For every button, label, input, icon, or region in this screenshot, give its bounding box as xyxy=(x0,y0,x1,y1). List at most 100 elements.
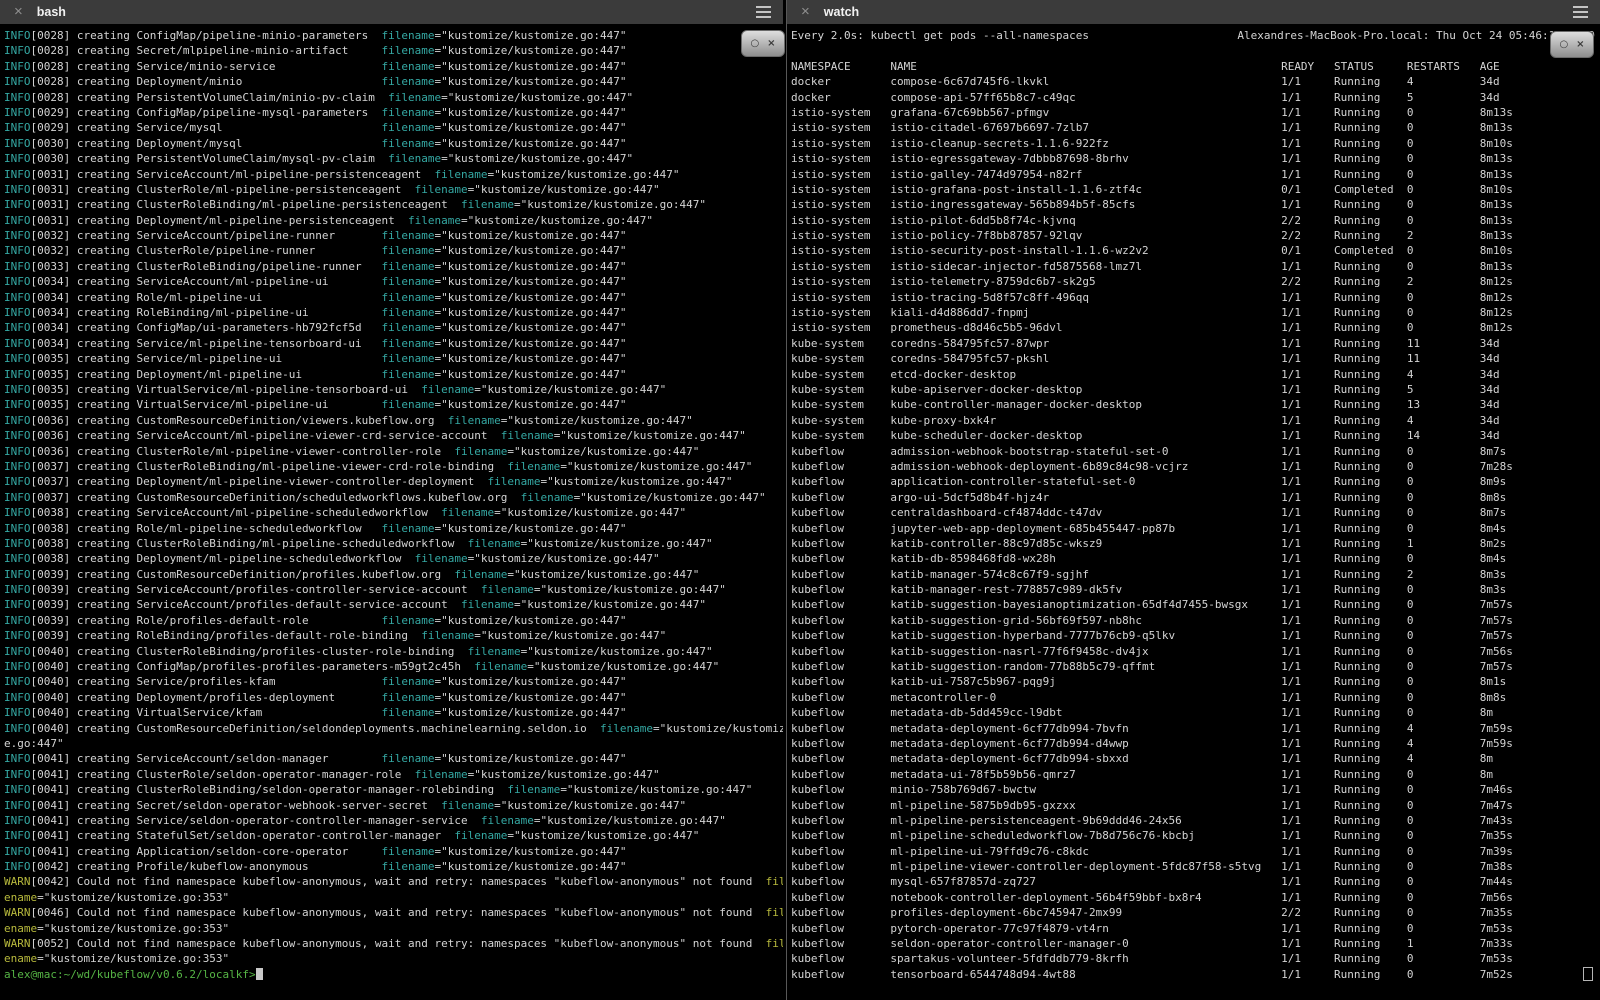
terminal-line: istio-system kiali-d4d886dd7-fnpmj 1/1 R… xyxy=(791,305,1600,320)
terminal-line: kube-system coredns-584795fc57-87wpr 1/1… xyxy=(791,336,1600,351)
terminal-line: INFO[0040] creating VirtualService/kfam … xyxy=(4,705,783,720)
terminal-line: istio-system grafana-67c69bb567-pfmgv 1/… xyxy=(791,105,1600,120)
terminal-line: kubeflow profiles-deployment-6bc745947-2… xyxy=(791,905,1600,920)
terminal-line: INFO[0039] creating Role/profiles-defaul… xyxy=(4,613,783,628)
terminal-line: INFO[0041] creating ClusterRole/seldon-o… xyxy=(4,767,783,782)
terminal-line: INFO[0041] creating Secret/seldon-operat… xyxy=(4,798,783,813)
terminal-line: INFO[0040] creating Deployment/profiles-… xyxy=(4,690,783,705)
terminal-line: kubeflow admission-webhook-deployment-6b… xyxy=(791,459,1600,474)
terminal-line: kubeflow ml-pipeline-persistenceagent-9b… xyxy=(791,813,1600,828)
terminal-line: INFO[0041] creating Service/seldon-opera… xyxy=(4,813,783,828)
terminal-line: INFO[0034] creating ServiceAccount/ml-pi… xyxy=(4,274,783,289)
terminal-line: istio-system istio-sidecar-injector-fd58… xyxy=(791,259,1600,274)
terminal-line: kubeflow metadata-ui-78f5b59b56-qmrz7 1/… xyxy=(791,767,1600,782)
terminal-line: INFO[0034] creating Role/ml-pipeline-ui … xyxy=(4,290,783,305)
bash-pane: × bash INFO[0028] creating ConfigMap/pip… xyxy=(0,0,783,1000)
pane-title-bash: bash xyxy=(37,5,66,19)
circle-icon[interactable]: ○ xyxy=(1559,40,1568,50)
terminal-line: istio-system istio-security-post-install… xyxy=(791,243,1600,258)
terminal-line: istio-system istio-citadel-67697b6697-7z… xyxy=(791,120,1600,135)
terminal-line: kubeflow seldon-operator-controller-mana… xyxy=(791,936,1600,951)
terminal-line: Every 2.0s: kubectl get pods --all-names… xyxy=(791,28,1600,43)
terminal-line: INFO[0028] creating ConfigMap/pipeline-m… xyxy=(4,28,783,43)
terminal-line: kubeflow katib-manager-rest-778857c989-d… xyxy=(791,582,1600,597)
terminal-line: INFO[0036] creating CustomResourceDefini… xyxy=(4,413,783,428)
terminal-line: kube-system etcd-docker-desktop 1/1 Runn… xyxy=(791,367,1600,382)
terminal-line: INFO[0031] creating ServiceAccount/ml-pi… xyxy=(4,167,783,182)
terminal-line: INFO[0035] creating Service/ml-pipeline-… xyxy=(4,351,783,366)
terminal-line: INFO[0032] creating ServiceAccount/pipel… xyxy=(4,228,783,243)
terminal-line: istio-system istio-egressgateway-7dbbb87… xyxy=(791,151,1600,166)
terminal-line: ename="kustomize/kustomize.go:353" xyxy=(4,951,783,966)
close-tab-icon[interactable]: × xyxy=(14,0,23,24)
terminal-line: kubeflow admission-webhook-bootstrap-sta… xyxy=(791,444,1600,459)
terminal-line: kubeflow spartakus-volunteer-5fdfddb779-… xyxy=(791,951,1600,966)
terminal-line: INFO[0028] creating Secret/mlpipeline-mi… xyxy=(4,43,783,58)
terminal-line: kube-system kube-controller-manager-dock… xyxy=(791,397,1600,412)
terminal-line: istio-system istio-telemetry-8759dc6b7-s… xyxy=(791,274,1600,289)
terminal-line: INFO[0038] creating ServiceAccount/ml-pi… xyxy=(4,505,783,520)
terminal-line: alex@mac:~/wd/kubeflow/v0.6.2/localkf> xyxy=(4,967,783,982)
terminal-line: kubeflow katib-suggestion-nasrl-77f6f945… xyxy=(791,644,1600,659)
terminal-line: INFO[0041] creating ClusterRoleBinding/s… xyxy=(4,782,783,797)
terminal-line: INFO[0042] creating Profile/kubeflow-ano… xyxy=(4,859,783,874)
pane-overlay-controls[interactable]: ○ × xyxy=(1550,31,1594,58)
terminal-line: INFO[0035] creating Deployment/ml-pipeli… xyxy=(4,367,783,382)
terminal-line: INFO[0028] creating PersistentVolumeClai… xyxy=(4,90,783,105)
watch-pane: × watch Every 2.0s: kubectl get pods --a… xyxy=(786,0,1600,1000)
terminal-line: kubeflow ml-pipeline-viewer-controller-d… xyxy=(791,859,1600,874)
terminal-line: kubeflow metadata-deployment-6cf77db994-… xyxy=(791,721,1600,736)
terminal-line: INFO[0034] creating ConfigMap/ui-paramet… xyxy=(4,320,783,335)
terminal-line xyxy=(791,43,1600,58)
terminal-line: kubeflow katib-suggestion-bayesianoptimi… xyxy=(791,597,1600,612)
overlay-close-icon[interactable]: × xyxy=(1576,40,1584,50)
terminal-line: INFO[0031] creating ClusterRoleBinding/m… xyxy=(4,197,783,212)
terminal-line: kube-system kube-proxy-bxk4r 1/1 Running… xyxy=(791,413,1600,428)
menu-icon[interactable] xyxy=(1573,6,1588,19)
terminal-line: kubeflow katib-manager-574c8c67f9-sgjhf … xyxy=(791,567,1600,582)
terminal-line: INFO[0028] creating Service/minio-servic… xyxy=(4,59,783,74)
terminal-line: kubeflow metadata-db-5dd459cc-l9dbt 1/1 … xyxy=(791,705,1600,720)
terminal-line: kubeflow application-controller-stateful… xyxy=(791,474,1600,489)
terminal-line: kubeflow tensorboard-6544748d94-4wt88 1/… xyxy=(791,967,1600,982)
terminal-line: docker compose-6c67d745f6-lkvkl 1/1 Runn… xyxy=(791,74,1600,89)
terminal-line: INFO[0039] creating ServiceAccount/profi… xyxy=(4,597,783,612)
bash-pane-titlebar[interactable]: × bash xyxy=(0,0,783,24)
terminal-line: INFO[0037] creating Deployment/ml-pipeli… xyxy=(4,474,783,489)
watch-pane-titlebar[interactable]: × watch xyxy=(787,0,1600,24)
terminal-line: kubeflow centraldashboard-cf4874ddc-t47d… xyxy=(791,505,1600,520)
terminal-line: docker compose-api-57ff65b8c7-c49qc 1/1 … xyxy=(791,90,1600,105)
terminal-line: INFO[0038] creating Deployment/ml-pipeli… xyxy=(4,551,783,566)
bash-terminal-output[interactable]: INFO[0028] creating ConfigMap/pipeline-m… xyxy=(0,24,783,1000)
terminal-line: e.go:447" xyxy=(4,736,783,751)
terminal-line: INFO[0029] creating ConfigMap/pipeline-m… xyxy=(4,105,783,120)
terminal-line: INFO[0040] creating ClusterRoleBinding/p… xyxy=(4,644,783,659)
terminal-line: istio-system istio-galley-7474d97954-n82… xyxy=(791,167,1600,182)
watch-terminal-output[interactable]: Every 2.0s: kubectl get pods --all-names… xyxy=(787,24,1600,1000)
terminal-line: WARN[0052] Could not find namespace kube… xyxy=(4,936,783,951)
terminal-window: × bash INFO[0028] creating ConfigMap/pip… xyxy=(0,0,1600,1000)
terminal-line: INFO[0039] creating RoleBinding/profiles… xyxy=(4,628,783,643)
terminal-line: INFO[0040] creating Service/profiles-kfa… xyxy=(4,674,783,689)
terminal-line: INFO[0031] creating ClusterRole/ml-pipel… xyxy=(4,182,783,197)
terminal-line: INFO[0040] creating ConfigMap/profiles-p… xyxy=(4,659,783,674)
terminal-line: istio-system istio-tracing-5d8f57c8ff-49… xyxy=(791,290,1600,305)
terminal-line: istio-system istio-grafana-post-install-… xyxy=(791,182,1600,197)
terminal-line: WARN[0046] Could not find namespace kube… xyxy=(4,905,783,920)
terminal-line: INFO[0031] creating Deployment/ml-pipeli… xyxy=(4,213,783,228)
terminal-line: istio-system istio-policy-7f8bb87857-92l… xyxy=(791,228,1600,243)
pane-title-watch: watch xyxy=(824,5,859,19)
terminal-line: INFO[0036] creating ServiceAccount/ml-pi… xyxy=(4,428,783,443)
terminal-line: istio-system prometheus-d8d46c5b5-96dvl … xyxy=(791,320,1600,335)
menu-icon[interactable] xyxy=(756,6,771,19)
overlay-close-icon[interactable]: × xyxy=(767,39,775,49)
pane-overlay-controls[interactable]: ○ × xyxy=(741,30,785,57)
terminal-line: INFO[0028] creating Deployment/minio fil… xyxy=(4,74,783,89)
terminal-line: kube-system kube-apiserver-docker-deskto… xyxy=(791,382,1600,397)
terminal-line: kubeflow metadata-deployment-6cf77db994-… xyxy=(791,736,1600,751)
terminal-line: INFO[0035] creating VirtualService/ml-pi… xyxy=(4,397,783,412)
close-tab-icon[interactable]: × xyxy=(801,0,810,24)
terminal-line: INFO[0033] creating ClusterRoleBinding/p… xyxy=(4,259,783,274)
circle-icon[interactable]: ○ xyxy=(750,39,759,49)
terminal-line: INFO[0030] creating PersistentVolumeClai… xyxy=(4,151,783,166)
